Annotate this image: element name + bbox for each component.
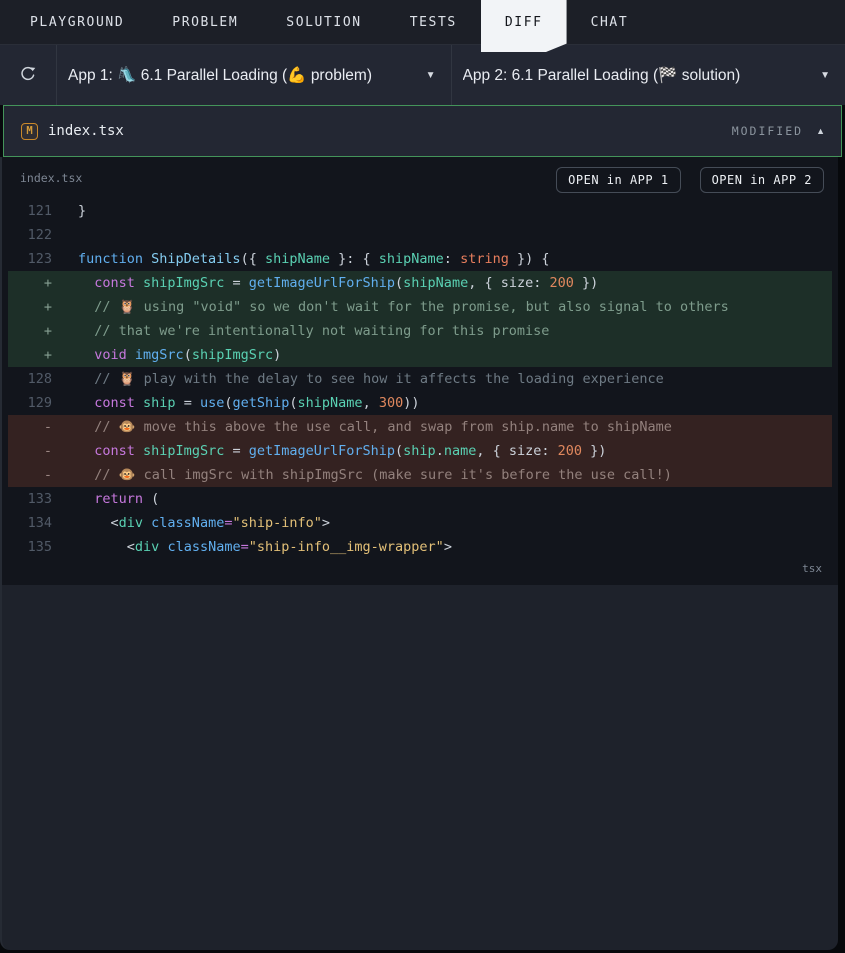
app-selector-row: App 1: 🛝 6.1 Parallel Loading (💪 problem… (0, 44, 845, 105)
line-number-gutter: 134 (27, 515, 52, 531)
code-line: 121} (8, 199, 832, 223)
refresh-icon (18, 64, 38, 87)
tab-chat[interactable]: CHAT (567, 0, 653, 44)
diff-sign-gutter: - (43, 443, 52, 459)
code-line: 122 (8, 223, 832, 247)
diff-sign-gutter: + (43, 323, 52, 339)
code-line: 123 function ShipDetails({ shipName }: { … (8, 247, 832, 271)
tab-solution[interactable]: SOLUTION (262, 0, 385, 44)
status-badge: MODIFIED (731, 124, 804, 138)
line-number-gutter: 135 (27, 539, 52, 555)
tab-playground[interactable]: PLAYGROUND (6, 0, 148, 44)
code-line: - // 🐵 call imgSrc with shipImgSrc (make… (8, 463, 832, 487)
diff-sign-gutter: + (43, 299, 52, 315)
code-line: 134 <div className="ship-info"> (8, 511, 832, 535)
code-line: + // 🦉 using "void" so we don't wait for… (8, 295, 832, 319)
code-text: function ShipDetails({ shipName }: { shi… (78, 251, 550, 267)
code-text: const ship = use(getShip(shipName, 300)) (94, 395, 420, 411)
line-number-gutter: 128 (27, 371, 52, 387)
code-text: void imgSrc(shipImgSrc) (94, 347, 282, 363)
chevron-down-icon: ▼ (820, 69, 830, 81)
code-text: // 🦉 play with the delay to see how it a… (78, 371, 664, 387)
line-number-gutter: 122 (27, 227, 52, 243)
code-line: + const shipImgSrc = getImageUrlForShip(… (8, 271, 832, 295)
tab-problem[interactable]: PROBLEM (148, 0, 262, 44)
line-number-gutter: 121 (27, 203, 52, 219)
code-text: const shipImgSrc = getImageUrlForShip(sh… (94, 275, 599, 291)
diff-code-area[interactable]: 121} 122 123 function ShipDetails({ shipNam… (8, 199, 832, 559)
lower-empty-panel (0, 585, 838, 950)
code-line: 133 return ( (8, 487, 832, 511)
code-text: // 🦉 using "void" so we don't wait for t… (78, 299, 729, 315)
language-badge: tsx (802, 562, 822, 575)
code-line: - // 🐵 move this above the use call, and… (8, 415, 832, 439)
collapse-triangle-icon[interactable]: ▲ (816, 126, 825, 136)
code-line: 129 const ship = use(getShip(shipName, 3… (8, 391, 832, 415)
code-text: // 🐵 move this above the use call, and s… (78, 419, 672, 435)
code-text: // that we're intentionally not waiting … (78, 323, 550, 339)
tab-diff[interactable]: DIFF (480, 0, 567, 52)
code-line: + void imgSrc(shipImgSrc) (8, 343, 832, 367)
diff-sign-gutter: - (43, 419, 52, 435)
modified-file-icon: M (21, 122, 38, 140)
line-number-gutter: 129 (27, 395, 52, 411)
code-text: // 🐵 call imgSrc with shipImgSrc (make s… (78, 467, 672, 483)
diff-sign-gutter: + (43, 347, 52, 363)
diff-panel-header: index.tsx OPEN in APP 1 OPEN in APP 2 (2, 157, 838, 199)
code-line: + // that we're intentionally not waitin… (8, 319, 832, 343)
app1-select-label: App 1: 🛝 6.1 Parallel Loading (💪 problem… (68, 66, 372, 84)
file-name: index.tsx (48, 123, 124, 139)
tab-tests[interactable]: TESTS (386, 0, 481, 44)
chevron-down-icon: ▼ (425, 69, 436, 81)
diff-sign-gutter: + (43, 275, 52, 291)
diff-panel: index.tsx OPEN in APP 1 OPEN in APP 2 12… (0, 157, 838, 585)
line-number-gutter: 123 (27, 251, 52, 267)
diff-viewer-app: PLAYGROUND PROBLEM SOLUTION TESTS DIFF C… (0, 0, 845, 953)
code-line: 128 // 🦉 play with the delay to see how … (8, 367, 832, 391)
app1-select[interactable]: App 1: 🛝 6.1 Parallel Loading (💪 problem… (57, 45, 452, 105)
app2-select[interactable]: App 2: 6.1 Parallel Loading (🏁 solution)… (452, 45, 845, 105)
code-text: } (78, 203, 87, 219)
open-in-app2-button[interactable]: OPEN in APP 2 (699, 167, 824, 193)
line-number-gutter: 133 (27, 491, 52, 507)
file-header[interactable]: M index.tsx MODIFIED ▲ (3, 105, 842, 157)
code-line: - const shipImgSrc = getImageUrlForShip(… (8, 439, 832, 463)
diff-sign-gutter: - (43, 467, 52, 483)
app2-select-label: App 2: 6.1 Parallel Loading (🏁 solution) (462, 66, 741, 84)
code-text: return ( (94, 491, 160, 507)
code-text: const shipImgSrc = getImageUrlForShip(sh… (94, 443, 607, 459)
top-tab-bar: PLAYGROUND PROBLEM SOLUTION TESTS DIFF C… (0, 0, 845, 52)
refresh-button[interactable] (0, 45, 57, 105)
code-line: 135 <div className="ship-info__img-wrapp… (8, 535, 832, 559)
open-in-app1-button[interactable]: OPEN in APP 1 (556, 167, 681, 193)
diff-file-label: index.tsx (20, 171, 83, 185)
code-text: <div className="ship-info__img-wrapper"> (78, 539, 452, 555)
code-text: <div className="ship-info"> (78, 515, 331, 531)
